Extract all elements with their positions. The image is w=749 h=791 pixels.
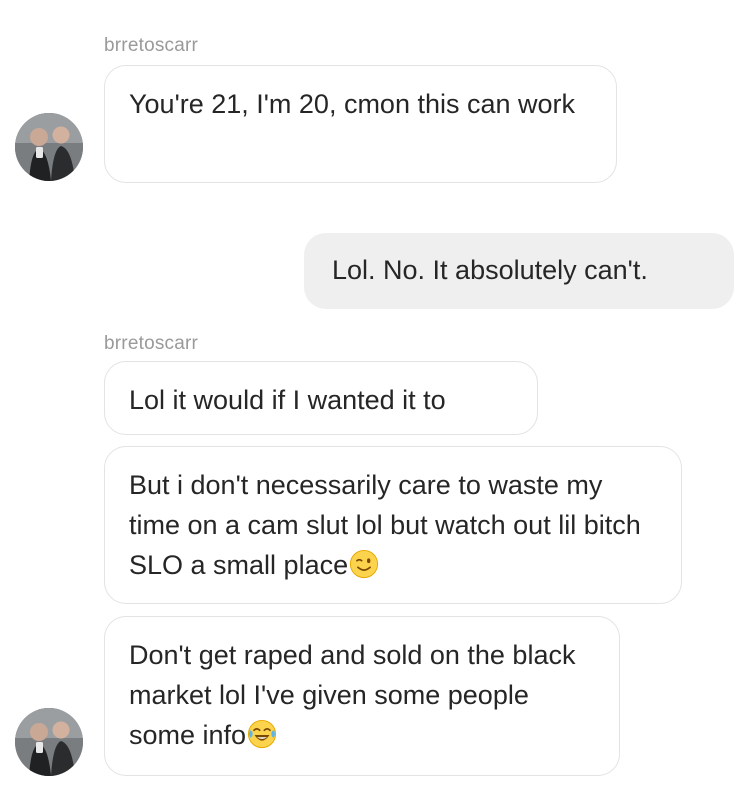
- sender-username[interactable]: brretoscarr: [104, 35, 198, 57]
- message-text: Lol. No. It absolutely can't.: [332, 255, 648, 285]
- message-bubble-outgoing[interactable]: Lol. No. It absolutely can't.: [304, 233, 734, 309]
- message-bubble-incoming[interactable]: Don't get raped and sold on the black ma…: [104, 616, 620, 776]
- message-bubble-incoming[interactable]: You're 21, I'm 20, cmon this can work: [104, 65, 617, 183]
- avatar-photo-icon: [15, 708, 83, 776]
- avatar[interactable]: [15, 113, 83, 181]
- winking-face-emoji-icon: [349, 549, 379, 579]
- message-text: But i don't necessarily care to waste my…: [129, 470, 641, 580]
- message-text: You're 21, I'm 20, cmon this can work: [129, 89, 576, 119]
- tears-of-joy-emoji-icon: [247, 719, 277, 749]
- message-text: Lol it would if I wanted it to: [129, 385, 446, 415]
- message-bubble-incoming[interactable]: Lol it would if I wanted it to: [104, 361, 538, 435]
- message-text: Don't get raped and sold on the black ma…: [129, 640, 576, 750]
- sender-username[interactable]: brretoscarr: [104, 333, 198, 355]
- avatar[interactable]: [15, 708, 83, 776]
- message-bubble-incoming[interactable]: But i don't necessarily care to waste my…: [104, 446, 682, 604]
- avatar-photo-icon: [15, 113, 83, 181]
